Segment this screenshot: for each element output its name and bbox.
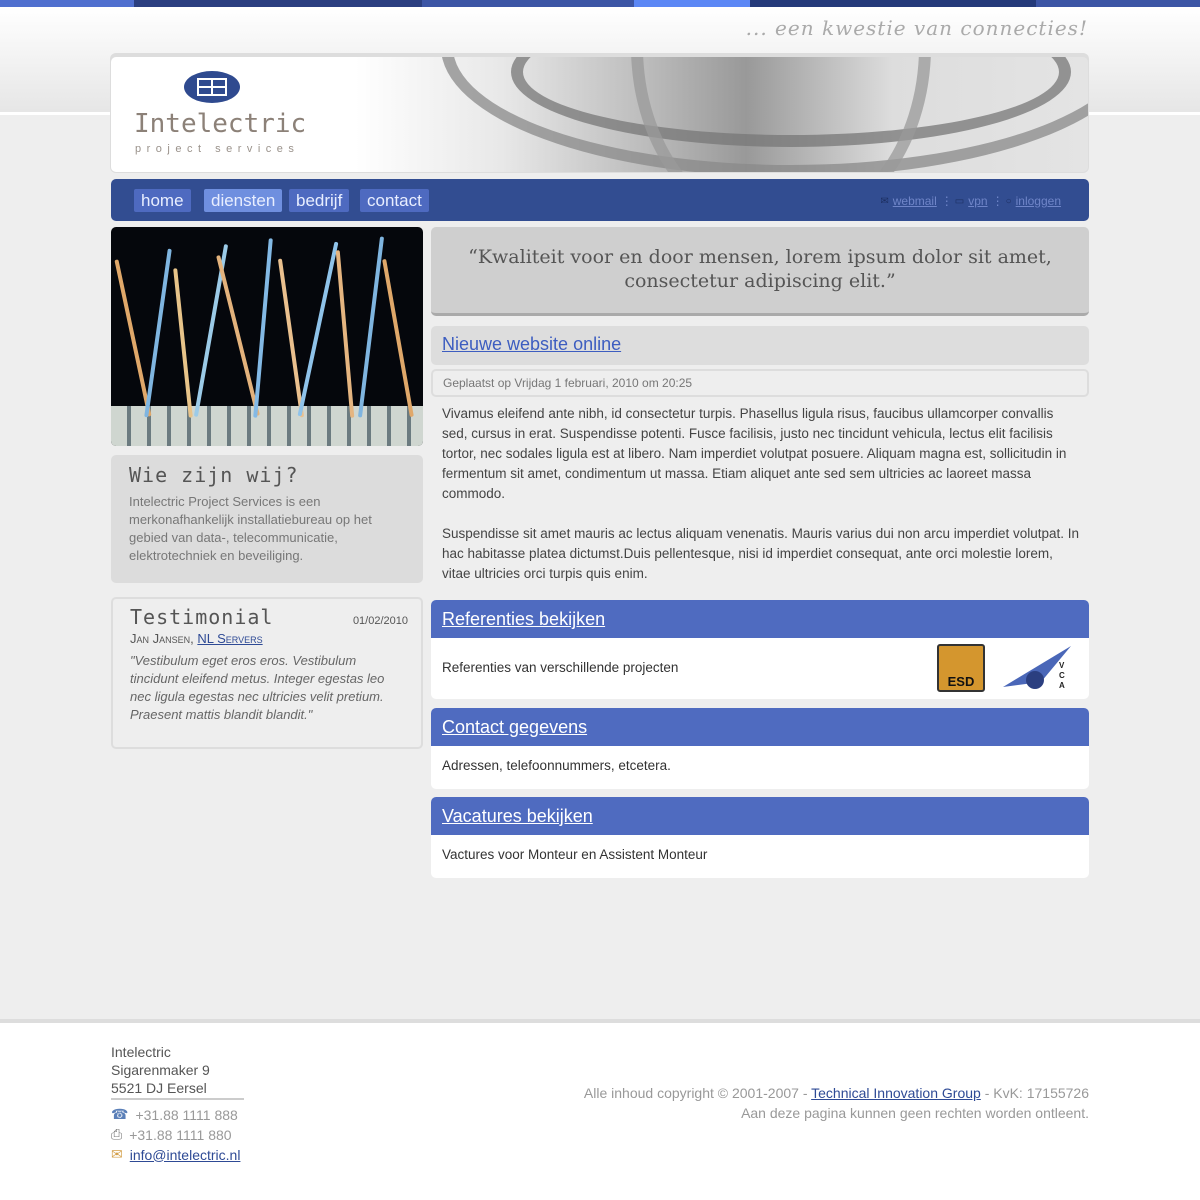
nav-bedrijf[interactable]: bedrijf xyxy=(289,189,350,212)
nav-diensten[interactable]: diensten xyxy=(204,189,283,212)
email-link[interactable]: info@intelectric.nl xyxy=(130,1147,241,1163)
testimonial-box: Testimonial 01/02/2010 Jan Jansen, NL Se… xyxy=(111,597,423,749)
logo-name: Intelectric xyxy=(134,109,307,139)
about-text: Intelectric Project Services is een merk… xyxy=(129,494,372,563)
utility-links: ✉ webmail ⋮ ▭ vpn ⋮ ○ inloggen xyxy=(880,194,1061,208)
kvk-text: - KvK: 17155726 xyxy=(980,1085,1089,1101)
quote-banner: “Kwaliteit voor en door mensen, lorem ip… xyxy=(431,227,1089,316)
post-paragraph: Vivamus eleifend ante nibh, id consectet… xyxy=(442,406,1067,501)
references-text: Referenties van verschillende projecten xyxy=(442,660,679,675)
printer-icon: ⎙ xyxy=(111,1126,123,1142)
footer-address: Intelectric Sigarenmaker 9 5521 DJ Eerse… xyxy=(111,1043,210,1097)
nav-contact[interactable]: contact xyxy=(360,189,429,212)
disclaimer: Aan deze pagina kunnen geen rechten word… xyxy=(741,1105,1089,1121)
header-banner: Intelectric project services xyxy=(110,53,1089,173)
svg-text:A: A xyxy=(1059,681,1065,690)
about-box: Wie zijn wij? Intelectric Project Servic… xyxy=(111,455,423,583)
esd-logo: ESD xyxy=(937,644,985,692)
divider: ⋮ xyxy=(940,194,953,208)
email-row: ✉ info@intelectric.nl xyxy=(111,1146,240,1163)
phone-number: +31.88 1111 888 xyxy=(135,1106,238,1123)
testimonial-author: Jan Jansen xyxy=(130,631,191,646)
vpn-link[interactable]: vpn xyxy=(968,194,987,208)
about-title: Wie zijn wij? xyxy=(129,463,299,487)
top-stripe xyxy=(0,0,1200,7)
copyright: Alle inhoud copyright © 2001-2007 - Tech… xyxy=(584,1083,1089,1123)
logo-subtitle: project services xyxy=(135,143,300,155)
post-body: Vivamus eleifend ante nibh, id consectet… xyxy=(442,404,1082,604)
webmail-link[interactable]: webmail xyxy=(893,194,937,208)
svg-text:C: C xyxy=(1059,671,1065,680)
city: 5521 DJ Eersel xyxy=(111,1080,207,1096)
references-link[interactable]: Referenties bekijken xyxy=(442,609,605,629)
vacancies-text: Vactures voor Monteur en Assistent Monte… xyxy=(442,847,708,862)
contact-panel-text: Adressen, telefoonnummers, etcetera. xyxy=(442,758,671,773)
contact-details-link[interactable]: Contact gegevens xyxy=(442,717,587,737)
vca-logo: VCA xyxy=(1003,646,1071,690)
nav-home[interactable]: home xyxy=(134,189,191,212)
lock-icon: ○ xyxy=(1005,195,1012,207)
testimonial-company-link[interactable]: NL Servers xyxy=(197,631,262,646)
logo-window-icon xyxy=(184,71,240,103)
testimonial-quote: "Vestibulum eget eros eros. Vestibulum t… xyxy=(130,653,385,722)
envelope-icon: ✉ xyxy=(111,1146,123,1162)
envelope-icon: ✉ xyxy=(880,195,889,207)
copyright-text: Alle inhoud copyright © 2001-2007 - xyxy=(583,1085,812,1101)
fax-number: +31.88 1111 880 xyxy=(129,1126,232,1143)
post-header: Nieuwe website online xyxy=(431,326,1089,365)
phone-icon: ☎ xyxy=(111,1106,129,1122)
main-nav: home diensten bedrijf contact ✉ webmail … xyxy=(111,179,1089,221)
references-panel: Referenties bekijken Referenties van ver… xyxy=(431,600,1089,699)
post-paragraph: Suspendisse sit amet mauris ac lectus al… xyxy=(442,526,1080,581)
post-title-link[interactable]: Nieuwe website online xyxy=(442,334,621,354)
phone-row: ☎ +31.88 1111 888 xyxy=(111,1106,238,1123)
tagline: ... een kwestie van connecties! xyxy=(745,16,1088,40)
company-name: Intelectric xyxy=(111,1044,171,1060)
tig-link[interactable]: Technical Innovation Group xyxy=(811,1085,981,1101)
footer-divider xyxy=(111,1098,244,1100)
post-meta: Geplaatst op Vrijdag 1 februari, 2010 om… xyxy=(431,369,1089,397)
login-link[interactable]: inloggen xyxy=(1016,194,1061,208)
vacancies-link[interactable]: Vacatures bekijken xyxy=(442,806,593,826)
network-cables-photo xyxy=(111,227,423,446)
divider: ⋮ xyxy=(991,194,1004,208)
vacancies-panel: Vacatures bekijken Vactures voor Monteur… xyxy=(431,797,1089,878)
testimonial-author-line: Jan Jansen, NL Servers xyxy=(130,631,263,646)
folder-icon: ▭ xyxy=(954,195,965,207)
fax-row: ⎙ +31.88 1111 880 xyxy=(111,1126,232,1143)
testimonial-date: 01/02/2010 xyxy=(352,615,408,627)
contact-panel: Contact gegevens Adressen, telefoonnumme… xyxy=(431,708,1089,789)
street: Sigarenmaker 9 xyxy=(111,1062,210,1078)
svg-text:V: V xyxy=(1059,661,1065,670)
